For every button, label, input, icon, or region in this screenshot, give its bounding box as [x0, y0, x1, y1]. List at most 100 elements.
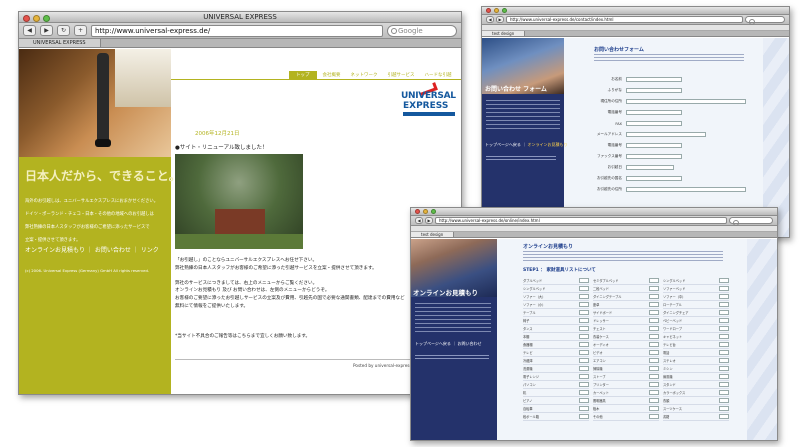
url-field[interactable]: http://www.universal-express.de/	[91, 24, 383, 37]
quantity-input[interactable]	[649, 366, 659, 371]
minimize-icon[interactable]	[423, 209, 428, 214]
nav-network[interactable]: ネットワーク	[347, 71, 382, 79]
quantity-input[interactable]	[719, 310, 729, 315]
quantity-input[interactable]	[579, 278, 589, 283]
quantity-input[interactable]	[579, 382, 589, 387]
quantity-input[interactable]	[579, 398, 589, 403]
menu-contact[interactable]: お問い合わせ	[457, 341, 481, 346]
quantity-input[interactable]	[579, 406, 589, 411]
quantity-input[interactable]	[579, 326, 589, 331]
quantity-input[interactable]	[649, 294, 659, 299]
quantity-input[interactable]	[579, 302, 589, 307]
quantity-input[interactable]	[719, 398, 729, 403]
search-field[interactable]	[729, 217, 773, 226]
zoom-icon[interactable]	[502, 8, 507, 13]
quantity-input[interactable]	[719, 414, 729, 419]
minimize-icon[interactable]	[494, 8, 499, 13]
quantity-input[interactable]	[719, 286, 729, 291]
quantity-input[interactable]	[649, 382, 659, 387]
quantity-input[interactable]	[579, 366, 589, 371]
close-icon[interactable]	[415, 209, 420, 214]
url-field[interactable]: http://www.universal-express.de/online/i…	[435, 217, 727, 224]
tab-universal-express[interactable]: UNIVERSAL EXPRESS	[19, 39, 101, 47]
quantity-input[interactable]	[649, 302, 659, 307]
quantity-input[interactable]	[719, 326, 729, 331]
quantity-input[interactable]	[649, 318, 659, 323]
nav-top[interactable]: トップ	[289, 71, 317, 79]
url-field[interactable]: http://www.universal-express.de/contact/…	[506, 16, 743, 23]
quantity-input[interactable]	[719, 406, 729, 411]
quantity-input[interactable]	[719, 334, 729, 339]
close-icon[interactable]	[23, 15, 30, 22]
quantity-input[interactable]	[579, 342, 589, 347]
quantity-input[interactable]	[649, 390, 659, 395]
quantity-input[interactable]	[719, 382, 729, 387]
email-input[interactable]	[626, 132, 706, 137]
country-input[interactable]	[626, 176, 682, 181]
quantity-input[interactable]	[579, 374, 589, 379]
quantity-input[interactable]	[579, 334, 589, 339]
quantity-input[interactable]	[719, 278, 729, 283]
tab-test-design[interactable]: test design	[411, 232, 455, 237]
menu-top[interactable]: トップページへ戻る	[485, 142, 521, 147]
fax2-input[interactable]	[626, 154, 682, 159]
quantity-input[interactable]	[579, 414, 589, 419]
address-input[interactable]	[626, 99, 746, 104]
phone2-input[interactable]	[626, 143, 682, 148]
quantity-input[interactable]	[719, 374, 729, 379]
quantity-input[interactable]	[649, 310, 659, 315]
forward-icon[interactable]: ▶	[425, 217, 433, 224]
link-online-estimate[interactable]: オンラインお見積もり	[25, 247, 85, 254]
post-note[interactable]: *当サイト不具合のご報告等はこちらまで宜しくお願い致します。	[175, 333, 310, 339]
reload-icon[interactable]: ↻	[57, 25, 70, 36]
quantity-input[interactable]	[719, 342, 729, 347]
add-bookmark-icon[interactable]: +	[74, 25, 87, 36]
quantity-input[interactable]	[649, 406, 659, 411]
nav-hard-moving[interactable]: ハードな引越	[421, 71, 456, 79]
quantity-input[interactable]	[649, 414, 659, 419]
menu-estimate[interactable]: オンラインお見積もり	[527, 142, 567, 147]
quantity-input[interactable]	[719, 350, 729, 355]
quantity-input[interactable]	[719, 302, 729, 307]
quantity-input[interactable]	[649, 286, 659, 291]
zoom-icon[interactable]	[43, 15, 50, 22]
quantity-input[interactable]	[649, 342, 659, 347]
quantity-input[interactable]	[649, 334, 659, 339]
minimize-icon[interactable]	[33, 15, 40, 22]
quantity-input[interactable]	[579, 318, 589, 323]
quantity-input[interactable]	[719, 390, 729, 395]
nav-company[interactable]: 会社概要	[319, 71, 345, 79]
quantity-input[interactable]	[579, 294, 589, 299]
quantity-input[interactable]	[649, 278, 659, 283]
quantity-input[interactable]	[579, 350, 589, 355]
phone-input[interactable]	[626, 110, 682, 115]
nav-moving-service[interactable]: 引越サービス	[384, 71, 419, 79]
quantity-input[interactable]	[579, 358, 589, 363]
back-icon[interactable]: ◀	[486, 16, 494, 23]
quantity-input[interactable]	[579, 390, 589, 395]
forward-icon[interactable]: ▶	[496, 16, 504, 23]
quantity-input[interactable]	[719, 318, 729, 323]
quantity-input[interactable]	[649, 326, 659, 331]
destination-address-input[interactable]	[626, 187, 746, 192]
quantity-input[interactable]	[649, 358, 659, 363]
close-icon[interactable]	[486, 8, 491, 13]
quantity-input[interactable]	[719, 294, 729, 299]
fax-input[interactable]	[626, 121, 682, 126]
quantity-input[interactable]	[719, 366, 729, 371]
tab-test-design[interactable]: test design	[482, 31, 526, 36]
furigana-input[interactable]	[626, 88, 682, 93]
quantity-input[interactable]	[649, 398, 659, 403]
moving-date-select[interactable]	[626, 165, 674, 170]
quantity-input[interactable]	[579, 310, 589, 315]
quantity-input[interactable]	[649, 374, 659, 379]
quantity-input[interactable]	[719, 358, 729, 363]
back-icon[interactable]: ◀	[415, 217, 423, 224]
name-input[interactable]	[626, 77, 682, 82]
menu-top[interactable]: トップページへ戻る	[415, 341, 451, 346]
search-field[interactable]	[745, 16, 785, 25]
link-links[interactable]: リンク	[141, 247, 159, 254]
quantity-input[interactable]	[649, 350, 659, 355]
link-contact[interactable]: お問い合わせ	[95, 247, 131, 254]
zoom-icon[interactable]	[431, 209, 436, 214]
